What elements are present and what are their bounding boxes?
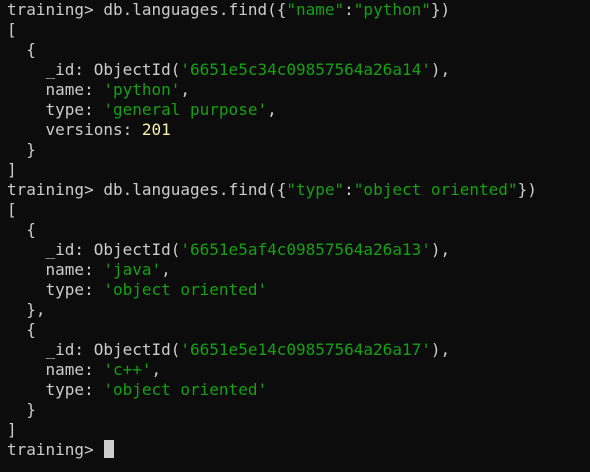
terminal-line: { bbox=[7, 220, 590, 240]
text-cursor bbox=[104, 440, 115, 458]
terminal-line: _id: ObjectId('6651e5c34c09857564a26a14'… bbox=[7, 60, 590, 80]
text-token: ] bbox=[7, 160, 17, 179]
terminal-line: _id: ObjectId('6651e5e14c09857564a26a17'… bbox=[7, 340, 590, 360]
text-token: ), bbox=[430, 340, 451, 359]
terminal-line: { bbox=[7, 40, 590, 60]
terminal-line: }, bbox=[7, 300, 590, 320]
string-token: 'c++' bbox=[103, 360, 152, 379]
terminal-line: type: 'object oriented' bbox=[7, 380, 590, 400]
text-token: ), bbox=[430, 240, 451, 259]
number-token: 201 bbox=[141, 120, 171, 139]
terminal-line: [ bbox=[7, 200, 590, 220]
terminal-line: ] bbox=[7, 160, 590, 180]
terminal-line: training> db.languages.find({"name":"pyt… bbox=[7, 0, 590, 20]
string-token: '6651e5e14c09857564a26a17' bbox=[180, 340, 431, 359]
terminal-line: ] bbox=[7, 420, 590, 440]
terminal-line: type: 'general purpose', bbox=[7, 100, 590, 120]
string-token: "type" bbox=[286, 180, 345, 199]
text-token: name: bbox=[7, 260, 104, 279]
terminal-line: name: 'c++', bbox=[7, 360, 590, 380]
text-token: [ bbox=[7, 20, 17, 39]
terminal-output: training> db.languages.find({"name":"pyt… bbox=[7, 0, 590, 440]
text-token: }, bbox=[7, 300, 46, 319]
terminal-line: name: 'java', bbox=[7, 260, 590, 280]
string-token: 'python' bbox=[103, 80, 181, 99]
text-token: [ bbox=[7, 200, 17, 219]
string-token: 'object oriented' bbox=[103, 380, 268, 399]
text-token: : bbox=[344, 180, 354, 199]
text-token: type: bbox=[7, 280, 104, 299]
text-token: } bbox=[7, 400, 36, 419]
text-token: : bbox=[344, 0, 354, 19]
text-token: { bbox=[7, 320, 36, 339]
text-token: ] bbox=[7, 420, 17, 439]
string-token: '6651e5c34c09857564a26a14' bbox=[180, 60, 431, 79]
string-token: 'general purpose' bbox=[103, 100, 268, 119]
terminal-window[interactable]: training> db.languages.find({"name":"pyt… bbox=[0, 0, 590, 472]
text-token: }) bbox=[517, 180, 537, 199]
text-token: type: bbox=[7, 380, 104, 399]
text-token: name: bbox=[7, 80, 104, 99]
terminal-line: versions: 201 bbox=[7, 120, 590, 140]
terminal-prompt-line[interactable]: training> bbox=[7, 440, 590, 460]
text-token: _id: ObjectId( bbox=[7, 240, 181, 259]
text-token: name: bbox=[7, 360, 104, 379]
text-token: { bbox=[7, 220, 36, 239]
text-token: , bbox=[267, 100, 277, 119]
string-token: 'object oriented' bbox=[103, 280, 268, 299]
text-token: _id: ObjectId( bbox=[7, 340, 181, 359]
string-token: "python" bbox=[353, 0, 431, 19]
shell-prompt: training> bbox=[7, 440, 104, 459]
string-token: "object oriented" bbox=[353, 180, 518, 199]
text-token: }) bbox=[430, 0, 451, 19]
terminal-line: { bbox=[7, 320, 590, 340]
text-token: , bbox=[151, 360, 162, 379]
terminal-line: _id: ObjectId('6651e5af4c09857564a26a13'… bbox=[7, 240, 590, 260]
string-token: '6651e5af4c09857564a26a13' bbox=[180, 240, 431, 259]
text-token: training> db.languages.find({ bbox=[7, 180, 287, 199]
text-token: training> db.languages.find({ bbox=[7, 0, 287, 19]
text-token: versions: bbox=[7, 120, 142, 139]
text-token: } bbox=[7, 140, 36, 159]
text-token: type: bbox=[7, 100, 104, 119]
text-token: _id: ObjectId( bbox=[7, 60, 181, 79]
text-token: , bbox=[161, 260, 171, 279]
text-token: ), bbox=[430, 60, 451, 79]
terminal-line: type: 'object oriented' bbox=[7, 280, 590, 300]
terminal-line: name: 'python', bbox=[7, 80, 590, 100]
terminal-line: } bbox=[7, 140, 590, 160]
string-token: "name" bbox=[286, 0, 345, 19]
terminal-line: training> db.languages.find({"type":"obj… bbox=[7, 180, 590, 200]
terminal-line: } bbox=[7, 400, 590, 420]
text-token: , bbox=[180, 80, 191, 99]
text-token: { bbox=[7, 40, 36, 59]
string-token: 'java' bbox=[103, 260, 162, 279]
terminal-line: [ bbox=[7, 20, 590, 40]
